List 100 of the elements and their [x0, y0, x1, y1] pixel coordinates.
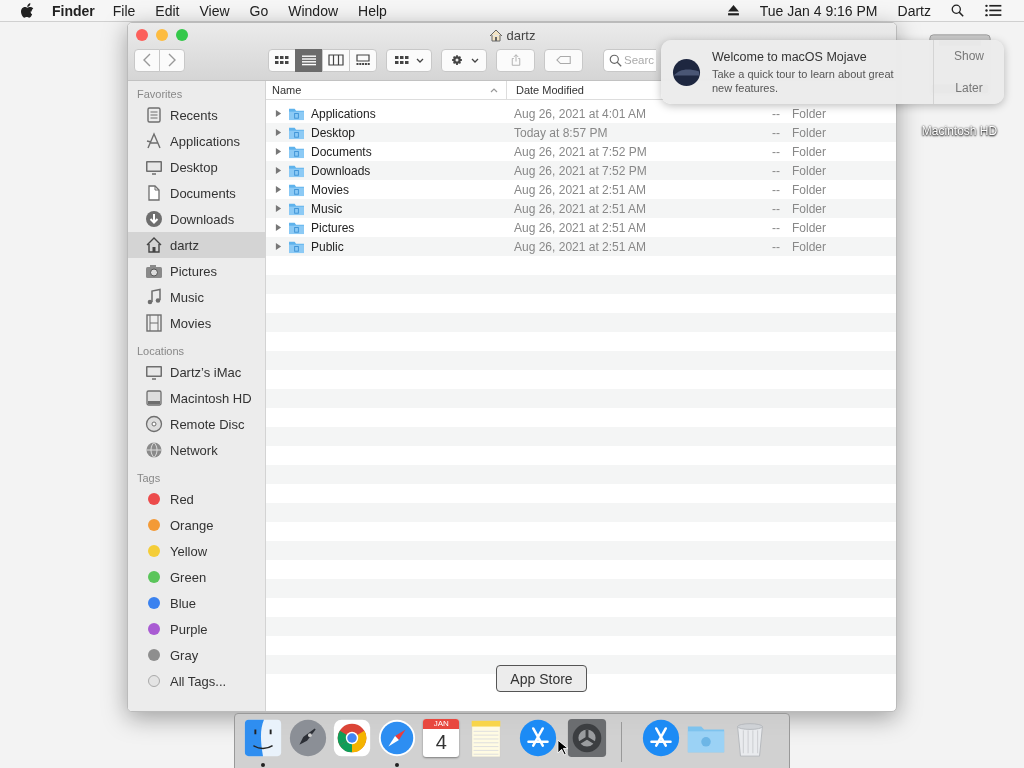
folder-icon — [288, 106, 305, 121]
sidebar-section-title: Favorites — [136, 87, 184, 102]
search-field[interactable]: Searc — [603, 48, 656, 72]
menu-item[interactable]: File — [112, 2, 136, 19]
view-mode-button[interactable] — [322, 48, 350, 72]
disc-icon — [145, 415, 163, 433]
view-mode-button[interactable] — [349, 48, 377, 72]
sidebar-item[interactable]: Orange — [128, 512, 265, 538]
user-menu[interactable]: Dartz — [897, 2, 931, 19]
menu-item[interactable]: Window — [288, 2, 339, 19]
menu-item[interactable]: View — [199, 2, 230, 19]
file-size: -- — [771, 220, 781, 235]
disclosure-triangle-icon[interactable] — [275, 147, 282, 156]
app-menu[interactable]: Finder — [52, 2, 95, 19]
date-modified: Aug 26, 2021 at 2:51 AM — [513, 220, 648, 235]
notification-action-button[interactable]: Later — [934, 72, 1004, 104]
sidebar-item[interactable]: Green — [128, 564, 265, 590]
disclosure-triangle-icon[interactable] — [275, 223, 282, 232]
file-size: -- — [771, 239, 781, 254]
sidebar-item[interactable]: All Tags... — [128, 668, 265, 694]
disclosure-triangle-icon[interactable] — [275, 204, 282, 213]
sidebar-item[interactable]: Blue — [128, 590, 265, 616]
apple-icon[interactable] — [20, 2, 34, 19]
sidebar-item[interactable]: Movies — [128, 310, 265, 336]
file-size: -- — [771, 106, 781, 121]
file-kind: Folder — [792, 182, 827, 197]
view-mode-button[interactable] — [268, 48, 296, 72]
sidebar-item[interactable]: Purple — [128, 616, 265, 642]
gear-icon[interactable] — [565, 717, 608, 759]
group-button[interactable] — [386, 48, 432, 72]
file-row[interactable]: Downloads Aug 26, 2021 at 7:52 PM -- Folder — [266, 161, 896, 180]
columns-icon — [328, 54, 344, 66]
sidebar-item[interactable]: Red — [128, 486, 265, 512]
sidebar-item[interactable]: Dartz’s iMac — [128, 359, 265, 385]
download-icon — [145, 210, 163, 228]
action-button[interactable] — [441, 48, 487, 72]
folder-icon — [288, 201, 305, 216]
sidebar-item[interactable]: Downloads — [128, 206, 265, 232]
folder-icon — [288, 239, 305, 254]
menu-item[interactable]: Help — [358, 2, 387, 19]
sidebar-item[interactable]: Remote Disc — [128, 411, 265, 437]
clock[interactable]: Tue Jan 4 9:16 PM — [759, 2, 878, 19]
file-size: -- — [771, 201, 781, 216]
notification-body: Take a quick tour to learn about great new features. — [712, 66, 895, 95]
sidebar-item[interactable]: Desktop — [128, 154, 265, 180]
sidebar-item[interactable]: Documents — [128, 180, 265, 206]
sort-ascending-icon — [490, 87, 498, 93]
tag-button[interactable] — [544, 48, 583, 72]
mouse-pointer-icon — [557, 739, 568, 756]
view-mode-button[interactable] — [295, 48, 323, 72]
date-modified: Aug 26, 2021 at 7:52 PM — [513, 163, 648, 178]
sidebar-item[interactable]: Music — [128, 284, 265, 310]
home-icon — [145, 236, 163, 254]
desktop-icon-label[interactable]: Macintosh HD — [921, 124, 998, 138]
file-name: Documents — [311, 144, 372, 159]
file-size: -- — [771, 163, 781, 178]
close-button[interactable] — [136, 29, 148, 41]
notification-title: Welcome to macOS Mojave — [712, 49, 868, 64]
search-icon[interactable] — [951, 4, 964, 17]
date-modified: Aug 26, 2021 at 2:51 AM — [513, 182, 648, 197]
gear-icon — [449, 54, 465, 66]
sidebar-item[interactable]: Recents — [128, 102, 265, 128]
gallery-icon — [355, 54, 371, 66]
menu-item[interactable]: Go — [249, 2, 269, 19]
menu-item[interactable]: Edit — [155, 2, 180, 19]
file-name: Desktop — [311, 125, 356, 140]
globe-icon — [145, 441, 163, 459]
sidebar-item[interactable]: Applications — [128, 128, 265, 154]
disclosure-triangle-icon[interactable] — [275, 128, 282, 137]
monitor-icon — [145, 363, 163, 381]
disclosure-triangle-icon[interactable] — [275, 185, 282, 194]
file-kind: Folder — [792, 144, 827, 159]
grid-icon — [274, 54, 290, 66]
disclosure-triangle-icon[interactable] — [275, 242, 282, 251]
sidebar-item[interactable]: Gray — [128, 642, 265, 668]
list-icon — [301, 54, 317, 66]
sidebar-item[interactable]: Network — [128, 437, 265, 463]
sidebar-item[interactable]: Yellow — [128, 538, 265, 564]
drive-icon — [145, 389, 163, 407]
notification-action-button[interactable]: Show — [934, 40, 1004, 72]
tags-icon — [148, 675, 160, 687]
window-title: dartz — [506, 27, 536, 43]
file-row[interactable]: Public Aug 26, 2021 at 2:51 AM -- Folder — [266, 237, 896, 256]
file-size: -- — [771, 125, 781, 140]
sidebar-item[interactable]: dartz — [128, 232, 265, 258]
file-row[interactable]: Desktop Today at 8:57 PM -- Folder — [266, 123, 896, 142]
file-name: Pictures — [311, 220, 355, 235]
chevron-left-icon — [143, 53, 151, 67]
file-row[interactable]: Music Aug 26, 2021 at 2:51 AM -- Folder — [266, 199, 896, 218]
sidebar-item[interactable]: Pictures — [128, 258, 265, 284]
calendar-icon[interactable]: JAN 4 — [423, 719, 460, 757]
eject-icon[interactable] — [726, 4, 740, 17]
sidebar-item[interactable]: Macintosh HD — [128, 385, 265, 411]
column-header[interactable]: Name — [266, 81, 507, 99]
date-modified: Today at 8:57 PM — [513, 125, 609, 140]
disclosure-triangle-icon[interactable] — [275, 109, 282, 118]
folder-icon — [288, 163, 305, 178]
list-icon[interactable] — [984, 4, 1002, 17]
disclosure-triangle-icon[interactable] — [275, 166, 282, 175]
file-kind: Folder — [792, 201, 827, 216]
